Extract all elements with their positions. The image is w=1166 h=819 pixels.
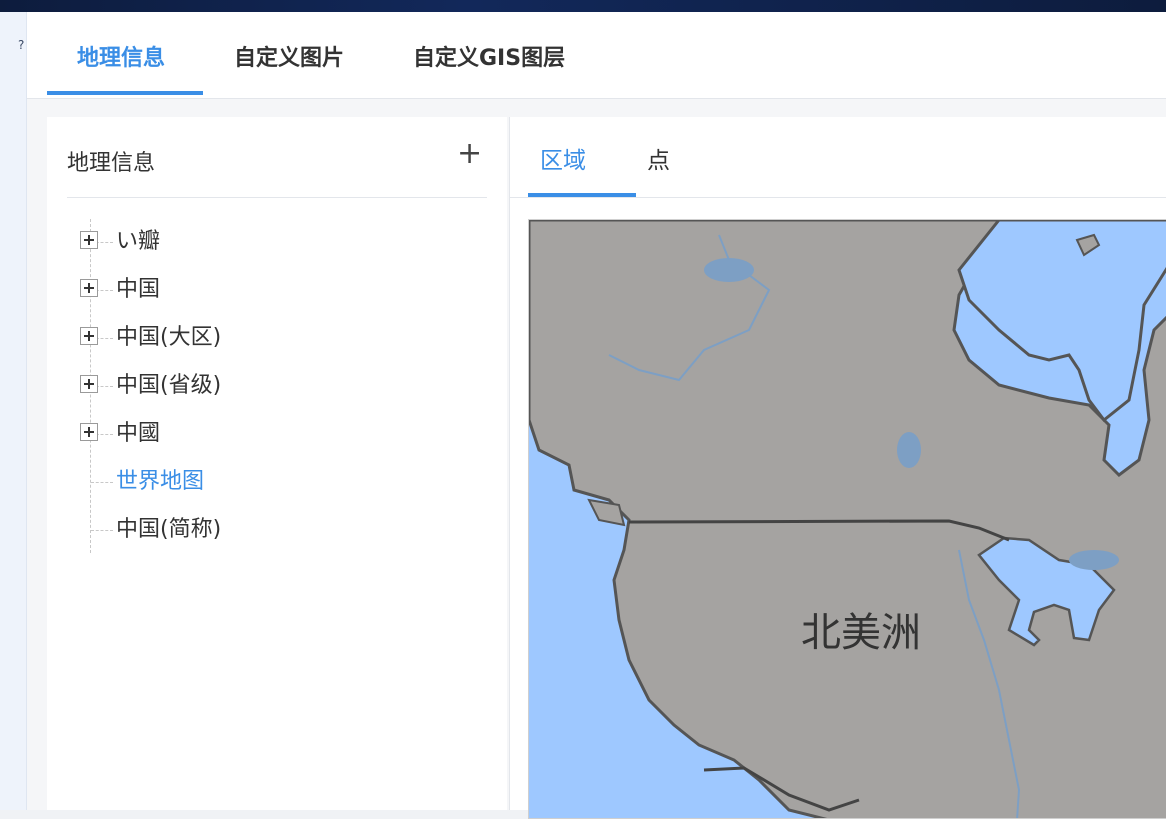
tree-connector [91, 482, 113, 483]
tree-node[interactable]: 中国 [67, 275, 467, 305]
tree-node[interactable]: 中国(简称) [67, 515, 467, 545]
lake [897, 432, 921, 468]
world-map[interactable]: 北美洲 [528, 219, 1166, 819]
tree-connector [91, 530, 113, 531]
left-rail: ? [0, 12, 27, 810]
expand-icon[interactable] [80, 279, 98, 297]
tree-node[interactable]: 中國 [67, 419, 467, 449]
tree-node-label: 中国(简称) [116, 517, 222, 542]
top-tab-bar: 地理信息 自定义图片 自定义GIS图层 [27, 12, 1166, 99]
plus-icon[interactable]: + [457, 139, 482, 169]
tree-node-label: 中國 [116, 421, 161, 446]
tree-node-label: 中国(大区) [116, 325, 222, 350]
map-region-label: 北美洲 [801, 610, 921, 656]
tree-node-label: い瓣 [116, 229, 161, 254]
tree-node[interactable]: 中国(大区) [67, 323, 467, 353]
rail-icon[interactable]: ? [18, 38, 24, 52]
tab-geo-info[interactable]: 地理信息 [77, 40, 165, 72]
tab-custom-gis-layer[interactable]: 自定义GIS图层 [413, 40, 565, 72]
tab-region[interactable]: 区域 [540, 141, 586, 175]
sub-tab-bar: 区域 点 [510, 117, 1166, 198]
tree-node[interactable]: 中国(省级) [67, 371, 467, 401]
tree-node[interactable]: い瓣 [67, 227, 467, 257]
lake [1069, 550, 1119, 570]
tree-node-label: 中国(省级) [116, 373, 222, 398]
active-tab-indicator [47, 91, 203, 95]
tab-point[interactable]: 点 [647, 141, 670, 175]
map-canvas[interactable] [529, 220, 1166, 819]
expand-icon[interactable] [80, 423, 98, 441]
lake [704, 258, 754, 282]
region-panel: 区域 点 北美洲 [509, 117, 1166, 819]
expand-icon[interactable] [80, 327, 98, 345]
tree-node-label: 世界地图 [116, 469, 205, 494]
tab-custom-image[interactable]: 自定义图片 [234, 40, 344, 72]
expand-icon[interactable] [80, 231, 98, 249]
active-subtab-indicator [528, 193, 636, 197]
panel-title: 地理信息 [67, 151, 156, 176]
geo-info-panel: 地理信息 + い瓣 中国 中国(大区) 中国(省级) 中國 世界地图 中国(简称… [47, 117, 507, 810]
top-banner [0, 0, 1166, 12]
tree-node-selected[interactable]: 世界地图 [67, 467, 467, 497]
expand-icon[interactable] [80, 375, 98, 393]
tree-node-label: 中国 [116, 277, 161, 302]
main-content: 地理信息 自定义图片 自定义GIS图层 地理信息 + い瓣 中国 中国(大区) [27, 12, 1166, 819]
divider [67, 197, 487, 198]
